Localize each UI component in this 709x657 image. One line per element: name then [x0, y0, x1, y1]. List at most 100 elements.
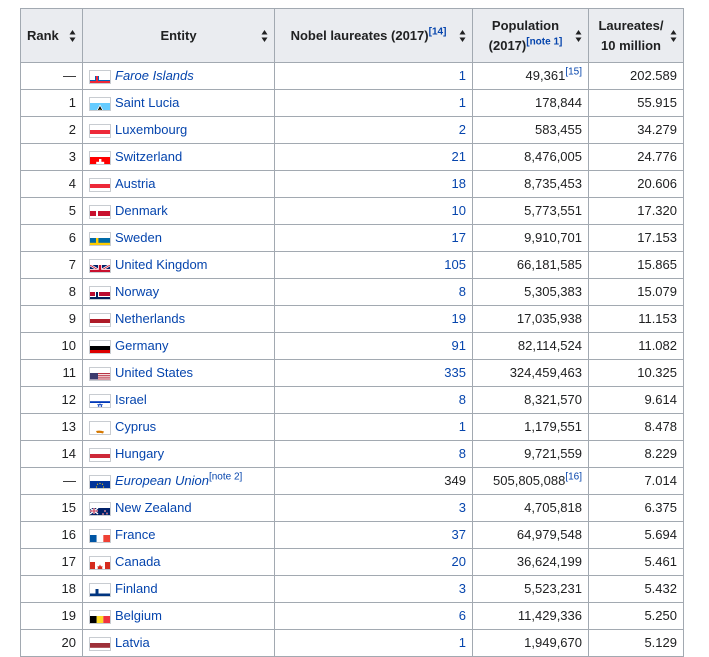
flag-switzerland-icon[interactable] — [89, 150, 111, 165]
sort-icon[interactable] — [670, 29, 677, 43]
laureates-link[interactable]: 17 — [452, 230, 466, 245]
entity-link[interactable]: Switzerland — [115, 149, 182, 164]
laureates-link[interactable]: 8 — [459, 392, 466, 407]
header-entity[interactable]: Entity — [82, 8, 275, 63]
laureates-link[interactable]: 10 — [452, 203, 466, 218]
table-row: 18 Finland 3 5,523,231 5.432 — [20, 575, 684, 603]
entity-link[interactable]: United Kingdom — [115, 257, 208, 272]
laureates-link[interactable]: 3 — [459, 581, 466, 596]
laureates-value: 349 — [444, 473, 466, 488]
entity-link[interactable]: Faroe Islands — [115, 68, 194, 83]
laureates-link[interactable]: 18 — [452, 176, 466, 191]
laureates-link[interactable]: 37 — [452, 527, 466, 542]
flag-stlucia-icon[interactable] — [89, 96, 111, 111]
rank-cell: 14 — [20, 440, 83, 468]
rank-cell: 11 — [20, 359, 83, 387]
entity-link[interactable]: Netherlands — [115, 311, 185, 326]
entity-link[interactable]: United States — [115, 365, 193, 380]
entity-link[interactable]: Sweden — [115, 230, 162, 245]
flag-latvia-icon[interactable] — [89, 636, 111, 651]
laureates-link[interactable]: 91 — [452, 338, 466, 353]
table-row: 1 Saint Lucia 1 178,844 55.915 — [20, 89, 684, 117]
laureates-link[interactable]: 2 — [459, 122, 466, 137]
flag-nz-icon[interactable] — [89, 501, 111, 516]
entity-link[interactable]: Saint Lucia — [115, 95, 179, 110]
laureates-link[interactable]: 20 — [452, 554, 466, 569]
flag-germany-icon[interactable] — [89, 339, 111, 354]
laureates-link[interactable]: 1 — [459, 68, 466, 83]
population-cell: 9,721,559 — [472, 440, 589, 468]
header-entity-label: Entity — [160, 27, 197, 43]
entity-link[interactable]: Luxembourg — [115, 122, 187, 137]
header-rank[interactable]: Rank — [20, 8, 83, 63]
entity-link[interactable]: Hungary — [115, 446, 164, 461]
laureates-link[interactable]: 21 — [452, 149, 466, 164]
flag-hungary-icon[interactable] — [89, 447, 111, 462]
rank-cell: 5 — [20, 197, 83, 225]
flag-canada-icon[interactable] — [89, 555, 111, 570]
table-row: 10 Germany 91 82,114,524 11.082 — [20, 332, 684, 360]
entity-link[interactable]: France — [115, 527, 155, 542]
sort-icon[interactable] — [459, 29, 466, 43]
laureates-ref-link[interactable]: [14] — [429, 26, 447, 37]
entity-link[interactable]: European Union — [115, 473, 209, 488]
laureates-link[interactable]: 3 — [459, 500, 466, 515]
header-population[interactable]: Population (2017)[note 1] — [472, 8, 589, 63]
flag-austria-icon[interactable] — [89, 177, 111, 192]
population-value: 8,476,005 — [524, 149, 582, 164]
entity-link[interactable]: Norway — [115, 284, 159, 299]
laureates-link[interactable]: 335 — [444, 365, 466, 380]
entity-link[interactable]: Denmark — [115, 203, 168, 218]
population-cell: 49,361[15] — [472, 62, 589, 90]
sort-icon[interactable] — [69, 29, 76, 43]
laureates-link[interactable]: 1 — [459, 635, 466, 650]
flag-eu-icon[interactable] — [89, 474, 111, 489]
sort-icon[interactable] — [261, 29, 268, 43]
laureates-link[interactable]: 8 — [459, 446, 466, 461]
laureates-link[interactable]: 1 — [459, 95, 466, 110]
population-cell: 5,523,231 — [472, 575, 589, 603]
entity-link[interactable]: Germany — [115, 338, 168, 353]
flag-denmark-icon[interactable] — [89, 204, 111, 219]
flag-usa-icon[interactable] — [89, 366, 111, 381]
flag-sweden-icon[interactable] — [89, 231, 111, 246]
flag-france-icon[interactable] — [89, 528, 111, 543]
laureates-link[interactable]: 19 — [452, 311, 466, 326]
sort-icon[interactable] — [575, 29, 582, 43]
laureates-link[interactable]: 6 — [459, 608, 466, 623]
entity-link[interactable]: Cyprus — [115, 419, 156, 434]
flag-luxembourg-icon[interactable] — [89, 123, 111, 138]
flag-belgium-icon[interactable] — [89, 609, 111, 624]
entity-link[interactable]: Belgium — [115, 608, 162, 623]
per-capita-cell: 17.320 — [588, 197, 684, 225]
laureates-link[interactable]: 105 — [444, 257, 466, 272]
entity-link[interactable]: Finland — [115, 581, 158, 596]
laureates-cell: 2 — [274, 116, 473, 144]
flag-israel-icon[interactable] — [89, 393, 111, 408]
laureates-link[interactable]: 1 — [459, 419, 466, 434]
entity-link[interactable]: Austria — [115, 176, 155, 191]
per-capita-cell: 7.014 — [588, 467, 684, 495]
flag-cyprus-icon[interactable] — [89, 420, 111, 435]
population-ref-link[interactable]: [15] — [565, 67, 582, 78]
flag-faroe-icon[interactable] — [89, 69, 111, 84]
laureates-link[interactable]: 8 — [459, 284, 466, 299]
laureates-cell: 1 — [274, 89, 473, 117]
flag-netherlands-icon[interactable] — [89, 312, 111, 327]
header-per-capita[interactable]: Laureates/ 10 million — [588, 8, 684, 63]
header-laureates[interactable]: Nobel laureates (2017)[14] — [274, 8, 473, 63]
entity-cell: United States — [82, 359, 275, 387]
flag-finland-icon[interactable] — [89, 582, 111, 597]
per-capita-cell: 5.250 — [588, 602, 684, 630]
population-ref-link[interactable]: [note 1] — [526, 36, 562, 47]
entity-link[interactable]: New Zealand — [115, 500, 192, 515]
entity-link[interactable]: Israel — [115, 392, 147, 407]
flag-uk-icon[interactable] — [89, 258, 111, 273]
entity-link[interactable]: Latvia — [115, 635, 150, 650]
flag-norway-icon[interactable] — [89, 285, 111, 300]
entity-ref-link[interactable]: [note 2] — [209, 472, 242, 483]
header-per-label-1: Laureates/ — [598, 17, 664, 33]
entity-link[interactable]: Canada — [115, 554, 161, 569]
population-ref-link[interactable]: [16] — [565, 472, 582, 483]
entity-cell: Switzerland — [82, 143, 275, 171]
